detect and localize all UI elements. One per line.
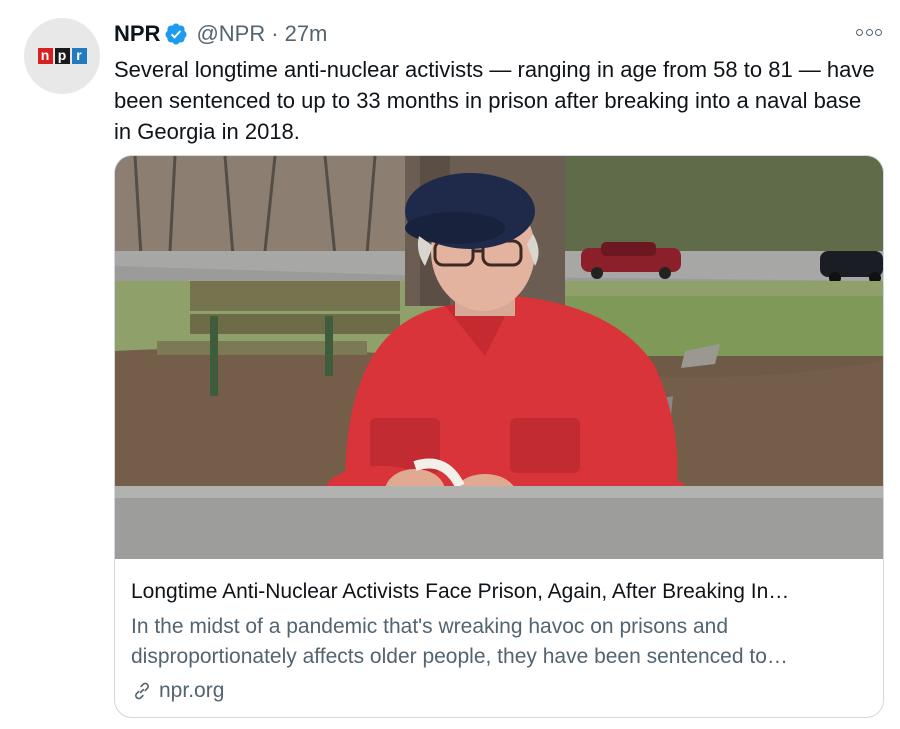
card-title[interactable]: Longtime Anti-Nuclear Activists Face Pri… [131, 580, 871, 604]
more-options-icon[interactable] [856, 24, 882, 40]
account-handle[interactable]: @NPR [196, 21, 265, 47]
more-dot [875, 28, 882, 36]
link-icon [135, 682, 149, 700]
card-description: In the midst of a pandemic that's wreaki… [131, 615, 788, 668]
more-dot [856, 28, 863, 36]
logo-letter-n: n [37, 48, 53, 64]
tweet-header: NPR @NPR · 27m [114, 20, 327, 48]
tweet-text: Several longtime anti-nuclear activists … [114, 57, 875, 144]
card-domain[interactable]: npr.org [131, 678, 224, 704]
separator-dot: · [271, 21, 279, 46]
logo-letter-p: p [54, 48, 70, 64]
more-dot [865, 28, 873, 36]
tweet-timestamp[interactable]: 27m [285, 21, 328, 47]
card-image[interactable] [115, 156, 883, 559]
avatar[interactable]: n p r [24, 18, 100, 94]
npr-logo: n p r [37, 48, 87, 64]
link-card[interactable]: Longtime Anti-Nuclear Activists Face Pri… [114, 155, 884, 718]
logo-letter-r: r [71, 48, 87, 64]
verified-badge-icon [165, 23, 187, 45]
card-domain-text: npr.org [159, 679, 225, 702]
account-name[interactable]: NPR [114, 21, 160, 47]
tweet[interactable]: n p r NPR @NPR · 27m Several longtime an… [0, 0, 900, 729]
